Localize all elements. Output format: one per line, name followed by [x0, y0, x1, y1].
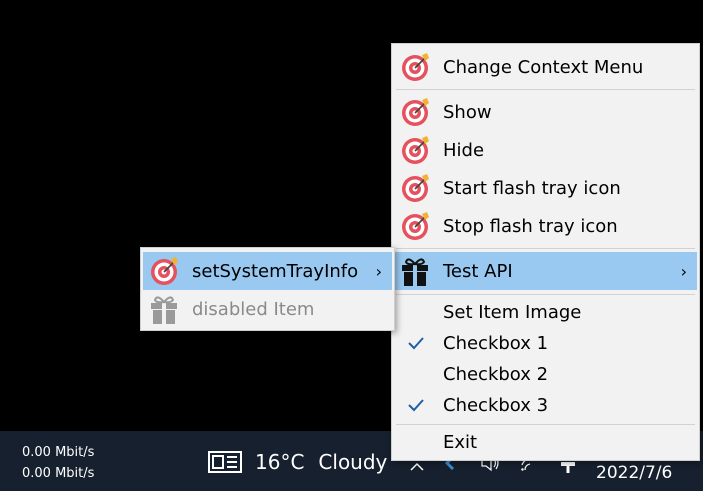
network-speed: 0.00 Mbit/s 0.00 Mbit/s	[22, 442, 94, 484]
chevron-right-icon: ›	[375, 261, 382, 281]
gift-icon	[147, 292, 181, 326]
menu-item-stop-flash[interactable]: Stop flash tray icon	[394, 208, 697, 244]
target-icon	[398, 171, 432, 205]
submenu: setSystemTrayInfo › disabled Item	[140, 247, 395, 331]
checkmark-icon	[408, 399, 424, 412]
menu-separator	[396, 294, 695, 295]
menu-item-exit[interactable]: Exit	[394, 427, 697, 457]
gift-icon	[398, 254, 432, 288]
chevron-right-icon: ›	[680, 261, 687, 281]
net-upload-speed: 0.00 Mbit/s	[22, 445, 95, 460]
menu-item-start-flash[interactable]: Start flash tray icon	[394, 170, 697, 206]
menu-item-checkbox-1[interactable]: Checkbox 1	[394, 328, 697, 358]
menu-item-show[interactable]: Show	[394, 94, 697, 130]
weather-condition: Cloudy	[318, 450, 388, 474]
weather-widget[interactable]: 16°C Cloudy	[207, 450, 387, 474]
clock-date[interactable]: 2022/7/6	[596, 463, 672, 483]
menu-item-checkbox-2[interactable]: Checkbox 2	[394, 359, 697, 389]
menu-separator	[396, 89, 695, 90]
checkmark-icon	[408, 337, 424, 350]
weather-temp: 16°C	[255, 450, 305, 474]
news-icon	[208, 451, 242, 473]
menu-separator	[396, 248, 695, 249]
menu-item-set-item-image[interactable]: Set Item Image	[394, 297, 697, 327]
menu-item-change-context-menu[interactable]: Change Context Menu	[394, 49, 697, 85]
menu-separator	[396, 424, 695, 425]
menu-item-hide[interactable]: Hide	[394, 132, 697, 168]
net-download-speed: 0.00 Mbit/s	[22, 466, 95, 481]
target-icon	[398, 50, 432, 84]
target-icon	[398, 209, 432, 243]
menu-item-checkbox-3[interactable]: Checkbox 3	[394, 390, 697, 420]
target-icon	[147, 254, 181, 288]
target-icon	[398, 133, 432, 167]
target-icon	[398, 95, 432, 129]
submenu-item-set-system-tray-info[interactable]: setSystemTrayInfo ›	[143, 252, 392, 290]
menu-item-test-api[interactable]: Test API ›	[394, 252, 697, 290]
context-menu: Change Context Menu Show Hide Start flas…	[391, 43, 700, 461]
submenu-item-disabled: disabled Item	[143, 291, 392, 327]
